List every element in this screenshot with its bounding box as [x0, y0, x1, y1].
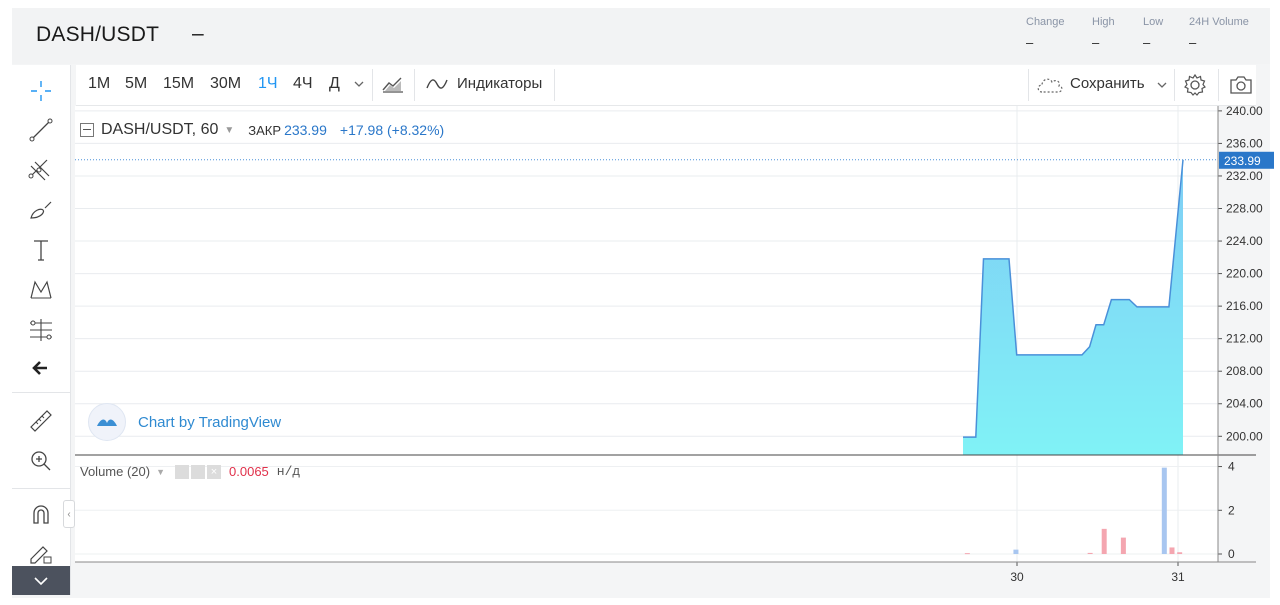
pair-title: DASH/USDT: [36, 23, 160, 46]
timeframe-day[interactable]: Д: [329, 75, 340, 93]
pair-header: DASH/USDT – Change – High – Low – 24H Vo…: [12, 8, 1270, 64]
cloud-icon[interactable]: [1036, 75, 1064, 100]
trend-line-icon[interactable]: [26, 115, 56, 145]
ruler-icon[interactable]: [26, 406, 56, 436]
toolbar-divider: [1028, 69, 1029, 101]
legend-symbol[interactable]: DASH/USDT, 60: [101, 121, 218, 139]
indicators-button[interactable]: Индикаторы: [457, 75, 542, 92]
volume-legend-value: 0.0065: [229, 464, 269, 479]
tradingview-logo-icon: [88, 403, 126, 441]
collapse-tools-button[interactable]: [12, 566, 70, 595]
arrow-left-icon[interactable]: [26, 353, 56, 383]
volume-legend-unit: н/д: [276, 464, 301, 479]
chart-legend: DASH/USDT, 60 ▼ ЗАКР 233.99 +17.98 (+8.3…: [80, 121, 444, 139]
tools-divider: [12, 392, 70, 393]
stat-high-value: –: [1092, 35, 1100, 50]
legend-dropdown-icon[interactable]: ▼: [224, 125, 234, 136]
pair-price-placeholder: –: [192, 22, 204, 45]
stat-change-label: Change: [1026, 16, 1065, 28]
toolbar-divider: [372, 69, 373, 101]
close-icon[interactable]: ×: [207, 464, 222, 479]
stat-change-value: –: [1026, 35, 1034, 50]
crosshair-icon[interactable]: [26, 76, 56, 106]
brush-icon[interactable]: [26, 195, 56, 225]
chevron-down-icon[interactable]: [353, 77, 365, 95]
pitchfork-icon[interactable]: [26, 155, 56, 185]
lock-drawings-icon[interactable]: [26, 538, 56, 568]
toolbar-divider: [1218, 69, 1219, 101]
tools-divider: [12, 488, 70, 489]
timeframe-1h[interactable]: 1Ч: [258, 75, 278, 93]
stat-low-value: –: [1143, 35, 1151, 50]
collapse-legend-icon[interactable]: [80, 123, 94, 137]
toolbar-divider: [554, 69, 555, 101]
stat-volume-label: 24H Volume: [1189, 16, 1249, 28]
legend-close-value: 233.99: [284, 122, 327, 138]
volume-legend: Volume (20) ▼ × 0.0065 н/д: [80, 464, 300, 479]
panel-toggle-handle[interactable]: ‹: [63, 500, 75, 528]
gear-icon[interactable]: [1182, 72, 1208, 103]
volume-legend-dropdown-icon[interactable]: ▼: [156, 467, 165, 477]
pattern-icon[interactable]: [26, 275, 56, 305]
indicators-icon[interactable]: [426, 76, 448, 97]
chevron-down-icon: [34, 576, 48, 585]
settings-small-icon[interactable]: [191, 464, 206, 479]
stat-volume-value: –: [1189, 35, 1197, 50]
timeframe-5m[interactable]: 5M: [125, 75, 147, 93]
timeframe-1m[interactable]: 1M: [88, 75, 110, 93]
save-menu-chevron-icon[interactable]: [1156, 78, 1168, 96]
legend-close-label: ЗАКР: [248, 122, 282, 138]
tradingview-link[interactable]: Chart by TradingView: [138, 414, 281, 431]
chart-style-icon[interactable]: [381, 74, 405, 99]
zoom-in-icon[interactable]: [26, 446, 56, 476]
toolbar-divider: [414, 69, 415, 101]
timeframe-15m[interactable]: 15M: [163, 75, 194, 93]
toolbar-divider: [1174, 69, 1175, 101]
chart-toolbar: 1M 5M 15M 30M 1Ч 4Ч Д Индикаторы Сохрани…: [76, 65, 1256, 106]
camera-icon[interactable]: [1228, 73, 1254, 102]
timeframe-4h[interactable]: 4Ч: [293, 75, 313, 93]
stat-low-label: Low: [1143, 16, 1164, 28]
timeframe-30m[interactable]: 30M: [210, 75, 241, 93]
fib-retracement-icon[interactable]: [26, 315, 56, 345]
eye-icon[interactable]: [175, 464, 190, 479]
magnet-icon[interactable]: [26, 500, 56, 530]
text-tool-icon[interactable]: [26, 235, 56, 265]
volume-legend-label[interactable]: Volume (20): [80, 464, 150, 479]
legend-change: +17.98 (+8.32%): [339, 122, 445, 138]
tradingview-watermark[interactable]: Chart by TradingView: [88, 403, 281, 441]
stat-high-label: High: [1092, 16, 1115, 28]
save-button[interactable]: Сохранить: [1070, 75, 1145, 92]
